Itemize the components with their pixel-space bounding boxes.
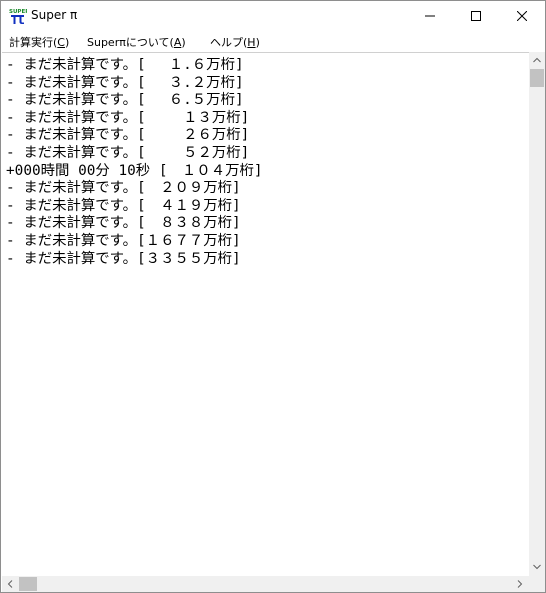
chevron-up-icon (533, 57, 541, 63)
menu-about-label: Superπについて( (87, 36, 174, 49)
output-line: - まだ未計算です。[ ５２万桁] (6, 144, 250, 161)
chevron-left-icon (7, 580, 13, 588)
output-line: - まだ未計算です。[ ４１９万桁] (6, 197, 241, 214)
window-title: Super π (31, 8, 78, 22)
close-button[interactable] (499, 1, 545, 31)
menu-about[interactable]: Superπについて(A) (87, 34, 186, 50)
scroll-up-button[interactable] (529, 52, 545, 69)
vertical-scroll-thumb[interactable] (530, 69, 544, 87)
output-line: - まだ未計算です。[１６７７万桁] (6, 232, 241, 249)
scrollbar-corner (529, 576, 545, 592)
output-line: +000時間 00分 10秒 [ １０４万桁] (6, 162, 263, 179)
chevron-right-icon (517, 580, 523, 588)
svg-text:SUPER: SUPER (9, 9, 27, 15)
menu-help-label: ヘルプ( (210, 36, 248, 49)
output-lines: - まだ未計算です。[ １.６万桁] - まだ未計算です。[ ３.２万桁] - … (6, 57, 263, 268)
scroll-right-button[interactable] (512, 576, 529, 592)
menu-about-suffix: ) (181, 36, 186, 49)
horizontal-scrollbar[interactable] (2, 576, 529, 592)
output-line: - まだ未計算です。[ １.６万桁] (6, 57, 244, 73)
chevron-down-icon (533, 564, 541, 570)
close-icon (517, 11, 527, 21)
super-pi-icon: SUPER (9, 9, 27, 24)
output-line: - まだ未計算です。[ ８３８万桁] (6, 215, 241, 232)
output-line: - まだ未計算です。[ ２６万桁] (6, 127, 250, 144)
output-line: - まだ未計算です。[３３５５万桁] (6, 250, 241, 267)
maximize-button[interactable] (453, 1, 499, 31)
maximize-icon (471, 11, 481, 21)
menu-calculate-suffix: ) (64, 36, 70, 49)
minimize-icon (425, 15, 435, 17)
minimize-button[interactable] (407, 1, 453, 31)
super-pi-window: SUPER Super π 計算実行(C) Superπについて(A) ヘルプ(… (0, 0, 546, 593)
horizontal-scroll-thumb[interactable] (19, 577, 37, 591)
menu-calculate[interactable]: 計算実行(C) (9, 34, 69, 50)
scroll-down-button[interactable] (529, 559, 545, 576)
scroll-left-button[interactable] (2, 576, 19, 592)
vertical-scrollbar[interactable] (529, 52, 545, 576)
output-line: - まだ未計算です。[ ６.５万桁] (6, 92, 244, 109)
menu-help[interactable]: ヘルプ(H) (210, 34, 260, 50)
menu-calculate-label: 計算実行( (9, 36, 58, 49)
output-line: - まだ未計算です。[ ３.２万桁] (6, 74, 244, 91)
menu-help-suffix: ) (255, 36, 260, 49)
menu-help-accel: H (247, 36, 256, 49)
output-line: - まだ未計算です。[ ２０９万桁] (6, 180, 241, 197)
title-bar[interactable]: SUPER Super π (1, 1, 545, 31)
menu-bar: 計算実行(C) Superπについて(A) ヘルプ(H) (1, 31, 545, 51)
output-line: - まだ未計算です。[ １３万桁] (6, 109, 250, 126)
menu-calculate-accel: C (57, 36, 65, 49)
output-area[interactable]: - まだ未計算です。[ １.６万桁] - まだ未計算です。[ ３.２万桁] - … (2, 52, 529, 577)
